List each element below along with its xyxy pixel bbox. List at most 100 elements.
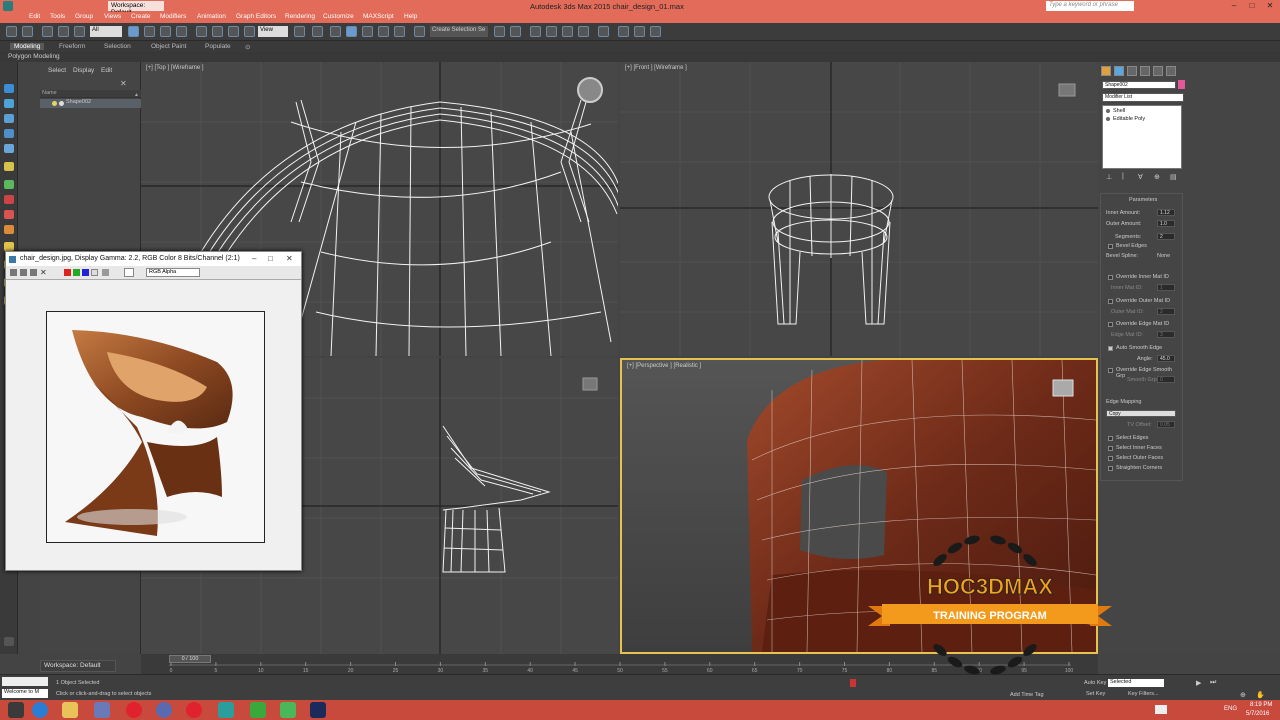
windows-start-icon[interactable] bbox=[8, 702, 24, 718]
menu-rendering[interactable]: Rendering bbox=[285, 13, 315, 20]
cameras-icon[interactable] bbox=[4, 129, 14, 138]
workspace-selector[interactable]: Workspace: Default bbox=[40, 660, 116, 672]
hierarchy-tab-icon[interactable] bbox=[1127, 66, 1137, 76]
list-item[interactable]: Shape002 bbox=[40, 99, 141, 108]
override-smooth-checkbox[interactable] bbox=[1108, 368, 1113, 373]
clone-icon[interactable] bbox=[20, 269, 27, 276]
configure-sets-icon[interactable]: ▤ bbox=[1170, 173, 1177, 181]
viewcube-icon[interactable] bbox=[577, 77, 603, 103]
maximize-icon[interactable]: □ bbox=[268, 254, 273, 263]
rendered-frame-window-icon[interactable] bbox=[634, 26, 645, 37]
undo-icon[interactable] bbox=[6, 26, 17, 37]
alpha-channel-icon[interactable] bbox=[91, 269, 98, 276]
pin-stack-icon[interactable]: ⊥ bbox=[1106, 173, 1112, 181]
menu-help[interactable]: Help bbox=[404, 13, 417, 20]
key-filters-button[interactable]: Key Filters... bbox=[1128, 691, 1159, 697]
set-key-button[interactable]: Set Key bbox=[1086, 691, 1105, 697]
menu-views[interactable]: Views bbox=[104, 13, 121, 20]
menu-edit[interactable]: Edit bbox=[29, 13, 40, 20]
unlink-icon[interactable] bbox=[58, 26, 69, 37]
select-object-icon[interactable] bbox=[128, 26, 139, 37]
clock-time[interactable]: 8:19 PM bbox=[1250, 702, 1272, 708]
curve-editor-icon[interactable] bbox=[562, 26, 573, 37]
bevel-spline-button[interactable]: None bbox=[1157, 253, 1170, 259]
viewcube-icon[interactable] bbox=[1058, 83, 1076, 97]
viewcube-icon[interactable] bbox=[582, 377, 598, 391]
green-channel-icon[interactable] bbox=[73, 269, 80, 276]
render-production-icon[interactable] bbox=[650, 26, 661, 37]
utility-icon[interactable] bbox=[4, 225, 14, 234]
helpers-icon[interactable] bbox=[4, 144, 14, 153]
explorer-menu-select[interactable]: Select bbox=[48, 67, 66, 74]
rectangular-selection-icon[interactable] bbox=[160, 26, 171, 37]
edit-named-selection-icon[interactable] bbox=[414, 26, 425, 37]
tab-modeling[interactable]: Modeling bbox=[10, 43, 45, 50]
stack-item-shell[interactable]: Shell bbox=[1113, 108, 1125, 114]
select-outer-checkbox[interactable] bbox=[1108, 456, 1113, 461]
minimize-icon[interactable]: – bbox=[1226, 0, 1242, 12]
firefox-icon[interactable] bbox=[156, 702, 172, 718]
bevel-edges-checkbox[interactable] bbox=[1108, 244, 1113, 249]
workspace-dropdown[interactable]: Workspace: Default bbox=[108, 1, 164, 16]
reference-coordinate-dropdown[interactable]: View bbox=[258, 26, 288, 37]
create-tab-icon[interactable] bbox=[1101, 66, 1111, 76]
lights-icon[interactable] bbox=[4, 114, 14, 123]
override-inner-checkbox[interactable] bbox=[1108, 275, 1113, 280]
stack-item-editable-poly[interactable]: Editable Poly bbox=[1113, 116, 1145, 122]
ribbon-subtitle[interactable]: Polygon Modeling bbox=[8, 53, 60, 60]
select-by-name-icon[interactable] bbox=[144, 26, 155, 37]
scene-explorer-icon[interactable] bbox=[530, 26, 541, 37]
object-name-field[interactable]: Shape002 bbox=[1102, 81, 1176, 89]
tab-object-paint[interactable]: Object Paint bbox=[151, 43, 186, 50]
maxscript-listener[interactable] bbox=[2, 677, 48, 686]
explorer-scroll-up[interactable]: ▲ bbox=[134, 92, 139, 98]
override-edge-checkbox[interactable] bbox=[1108, 322, 1113, 327]
visibility-icon[interactable] bbox=[52, 101, 57, 106]
straighten-checkbox[interactable] bbox=[1108, 466, 1113, 471]
modifier-list-dropdown[interactable]: Modifier List bbox=[1102, 93, 1184, 102]
lock-icon[interactable] bbox=[850, 679, 856, 687]
explorer-column-header[interactable]: Name bbox=[40, 90, 141, 98]
explorer-close-icon[interactable]: ✕ bbox=[120, 79, 127, 88]
mirror-icon[interactable] bbox=[494, 26, 505, 37]
bulb-icon[interactable] bbox=[1106, 109, 1110, 113]
percent-snap-icon[interactable] bbox=[378, 26, 389, 37]
tab-freeform[interactable]: Freeform bbox=[59, 43, 85, 50]
menu-tools[interactable]: Tools bbox=[50, 13, 65, 20]
blue-channel-icon[interactable] bbox=[82, 269, 89, 276]
bulb-icon[interactable] bbox=[1106, 117, 1110, 121]
3dsmax-icon[interactable] bbox=[218, 702, 234, 718]
link-icon[interactable] bbox=[42, 26, 53, 37]
align-icon[interactable] bbox=[510, 26, 521, 37]
auto-smooth-checkbox[interactable] bbox=[1108, 346, 1113, 351]
clock-date[interactable]: 5/7/2016 bbox=[1246, 711, 1269, 717]
snaps-toggle-icon[interactable] bbox=[346, 26, 357, 37]
ie-browser-icon[interactable] bbox=[32, 702, 48, 718]
motion-icon[interactable] bbox=[4, 195, 14, 204]
window-crossing-icon[interactable] bbox=[176, 26, 187, 37]
tab-selection[interactable]: Selection bbox=[104, 43, 131, 50]
tv-offset-field[interactable]: 0.05 bbox=[1157, 421, 1175, 428]
menu-modifiers[interactable]: Modifiers bbox=[160, 13, 186, 20]
show-end-result-icon[interactable]: | bbox=[1122, 173, 1124, 180]
viewport-front[interactable]: [+] [Front ] [Wireframe ] bbox=[620, 62, 1098, 356]
help-search-input[interactable]: Type a keyword or phrase bbox=[1046, 1, 1134, 11]
material-editor-icon[interactable] bbox=[598, 26, 609, 37]
bone-icon[interactable] bbox=[4, 162, 14, 171]
explorer-menu-display[interactable]: Display bbox=[73, 67, 94, 74]
outer-mat-field[interactable]: 2 bbox=[1157, 308, 1175, 315]
select-edges-checkbox[interactable] bbox=[1108, 436, 1113, 441]
inner-mat-field[interactable]: 1 bbox=[1157, 284, 1175, 291]
redo-icon[interactable] bbox=[22, 26, 33, 37]
opera-icon[interactable] bbox=[186, 702, 202, 718]
menu-create[interactable]: Create bbox=[131, 13, 151, 20]
object-color-swatch[interactable] bbox=[1178, 80, 1185, 89]
app-icon[interactable] bbox=[94, 702, 110, 718]
opera-icon[interactable] bbox=[126, 702, 142, 718]
selection-filter-dropdown[interactable]: All bbox=[90, 26, 122, 37]
mono-icon[interactable] bbox=[102, 269, 109, 276]
move-icon[interactable] bbox=[196, 26, 207, 37]
remove-modifier-icon[interactable]: ⊕ bbox=[1154, 173, 1160, 181]
bind-space-warp-icon[interactable] bbox=[74, 26, 85, 37]
keyboard-icon[interactable] bbox=[1155, 705, 1167, 714]
